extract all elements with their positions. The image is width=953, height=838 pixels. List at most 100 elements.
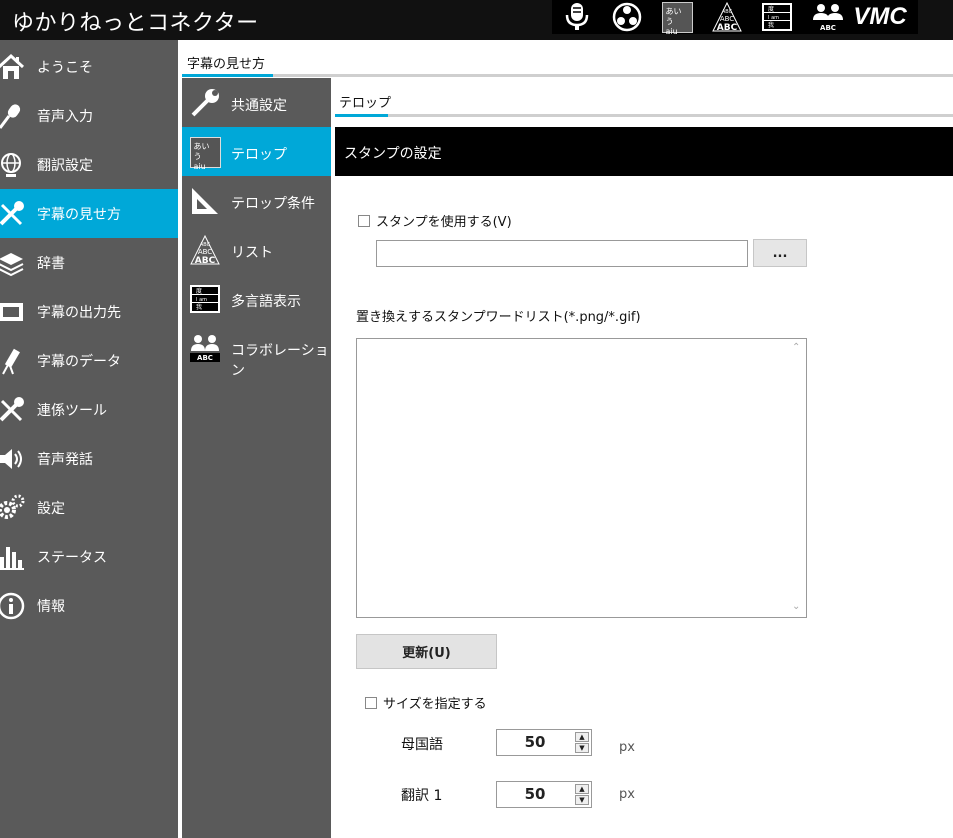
sidebar-item-linked-tools[interactable]: 連係ツール [0,385,178,434]
subnav-item-label: 共通設定 [231,98,287,114]
stamp-section-title: スタンプの設定 [344,146,442,162]
home-icon [0,52,26,82]
speaker-icon [0,444,26,474]
subnav-item-list[interactable]: ABC ABC ABC リスト [182,225,331,274]
translation1-size-unit: px [619,787,635,802]
vmc-label: VMC [853,3,907,30]
sidebar-item-settings[interactable]: 設定 [0,483,178,532]
set-square-icon [189,185,221,217]
spin-down-icon[interactable]: ▼ [575,795,589,805]
stamp-folder-input[interactable] [376,240,748,267]
word-list-scrollbar[interactable]: ⌃ ⌄ [788,339,806,617]
bar-chart-icon [0,542,26,572]
sidebar-item-subtitle-style[interactable]: 字幕の見せ方 [0,189,178,238]
scroll-up-icon[interactable]: ⌃ [792,342,800,353]
update-button[interactable]: 更新(U) [356,634,497,669]
svg-text:ABC: ABC [198,248,212,256]
svg-text:ABC: ABC [717,23,738,33]
spin-up-icon[interactable]: ▲ [575,784,589,794]
subnav-item-collaboration[interactable]: ABC コラボレーション [182,323,331,379]
svg-text:ABC: ABC [720,15,734,23]
microphone-icon[interactable] [560,0,594,34]
translation1-size-value[interactable]: 50 [497,782,573,807]
stamp-section-header: スタンプの設定 [335,127,953,176]
spin-up-icon[interactable]: ▲ [575,732,589,742]
svg-text:I am: I am [196,297,207,303]
sidebar-item-subtitle-data[interactable]: 字幕のデータ [0,336,178,385]
sidebar-item-label: 字幕の見せ方 [37,206,121,223]
aiu-top-text: あいう [665,6,682,26]
native-size-label: 母国語 [401,737,443,753]
subnav-item-common[interactable]: 共通設定 [182,78,331,127]
svg-text:度: 度 [768,5,774,13]
content-panel: テロップ スタンプの設定 スタンプを使用する(V) ... 置き換えするスタンプ… [331,78,953,838]
sidebar-item-label: 辞書 [37,255,65,272]
use-stamp-checkbox-row[interactable]: スタンプを使用する(V) [358,211,512,230]
section-header: 字幕の見せ方 [182,40,953,78]
aiu-bottom-text: aiu [665,26,678,36]
scroll-down-icon[interactable]: ⌄ [792,601,800,612]
multilang-icon: 度 I am 我 [189,283,221,315]
app-title: ゆかりねっとコネクター [12,11,259,36]
spin-down-icon[interactable]: ▼ [575,743,589,753]
svg-text:ABC: ABC [195,256,216,266]
sub-sidebar: 共通設定 あいう aiu テロップ テロップ条件 ABC ABC ABC リスト [182,78,331,838]
multilang-icon[interactable]: 度 I am 我 [760,0,794,34]
use-stamp-label: スタンプを使用する(V) [376,215,512,230]
sidebar-item-label: 翻訳設定 [37,157,93,174]
sidebar-item-translation[interactable]: 翻訳設定 [0,140,178,189]
obs-icon[interactable] [610,0,644,34]
native-size-unit: px [619,740,635,755]
sidebar-item-status[interactable]: ステータス [0,532,178,581]
word-list-textarea[interactable] [356,338,807,618]
size-checkbox-row[interactable]: サイズを指定する [365,693,487,712]
word-list-label: 置き換えするスタンプワードリスト(*.png/*.gif) [356,310,641,325]
subnav-item-multilang[interactable]: 度 I am 我 多言語表示 [182,274,331,323]
sidebar-item-label: 音声発話 [37,451,93,468]
svg-text:ABC: ABC [820,24,836,32]
tools-icon [0,199,26,229]
aiu-icon: あいう aiu [189,136,221,171]
sidebar-item-welcome[interactable]: ようこそ [0,42,178,91]
gears-icon [0,493,26,523]
aiu-bottom-text: aiu [193,161,206,171]
native-size-stepper[interactable]: 50 ▲ ▼ [496,729,592,756]
sidebar-item-label: 音声入力 [37,108,93,125]
section-underline-accent [182,74,273,77]
translation1-size-label: 翻訳 1 [401,788,443,804]
globe-icon [0,150,26,180]
browse-button[interactable]: ... [753,239,807,267]
sidebar-item-label: 字幕のデータ [37,353,121,370]
sidebar-item-speech[interactable]: 音声発話 [0,434,178,483]
subnav-item-telop-conditions[interactable]: テロップ条件 [182,176,331,225]
native-size-spin-buttons: ▲ ▼ [575,732,589,753]
subnav-item-label: 多言語表示 [231,294,301,310]
translation1-size-stepper[interactable]: 50 ▲ ▼ [496,781,592,808]
svg-text:I am: I am [768,15,779,21]
size-checkbox-label: サイズを指定する [383,697,487,712]
tab-telop[interactable]: テロップ [339,92,391,111]
film-icon [0,297,26,327]
collab-icon: ABC [189,332,221,364]
subnav-item-label: リスト [231,245,273,261]
sidebar-item-dictionary[interactable]: 辞書 [0,238,178,287]
telescope-icon [0,346,26,376]
aiu-top-text: あいう [193,141,210,161]
sidebar-item-label: 字幕の出力先 [37,304,121,321]
aiu-icon[interactable]: あいう aiu [660,0,694,36]
section-underline [182,74,953,77]
sidebar-item-voice-input[interactable]: 音声入力 [0,91,178,140]
use-stamp-checkbox[interactable] [358,214,370,227]
sidebar-item-output[interactable]: 字幕の出力先 [0,287,178,336]
sidebar-item-label: 設定 [37,500,65,517]
subnav-item-telop[interactable]: あいう aiu テロップ [182,127,331,176]
abc-chart-icon: ABC ABC ABC [189,234,221,266]
vmc-icon[interactable]: VMC [852,0,908,34]
abc-chart-icon[interactable]: ABC ABC ABC [710,0,744,34]
size-checkbox[interactable] [365,696,377,709]
native-size-value[interactable]: 50 [497,730,573,755]
collab-icon[interactable]: ABC [808,0,848,34]
sidebar-item-info[interactable]: 情報 [0,581,178,630]
section-title: 字幕の見せ方 [187,57,266,72]
title-bar: ゆかりねっとコネクター あいう aiu ABC ABC ABC 度 I am 我… [0,0,953,40]
